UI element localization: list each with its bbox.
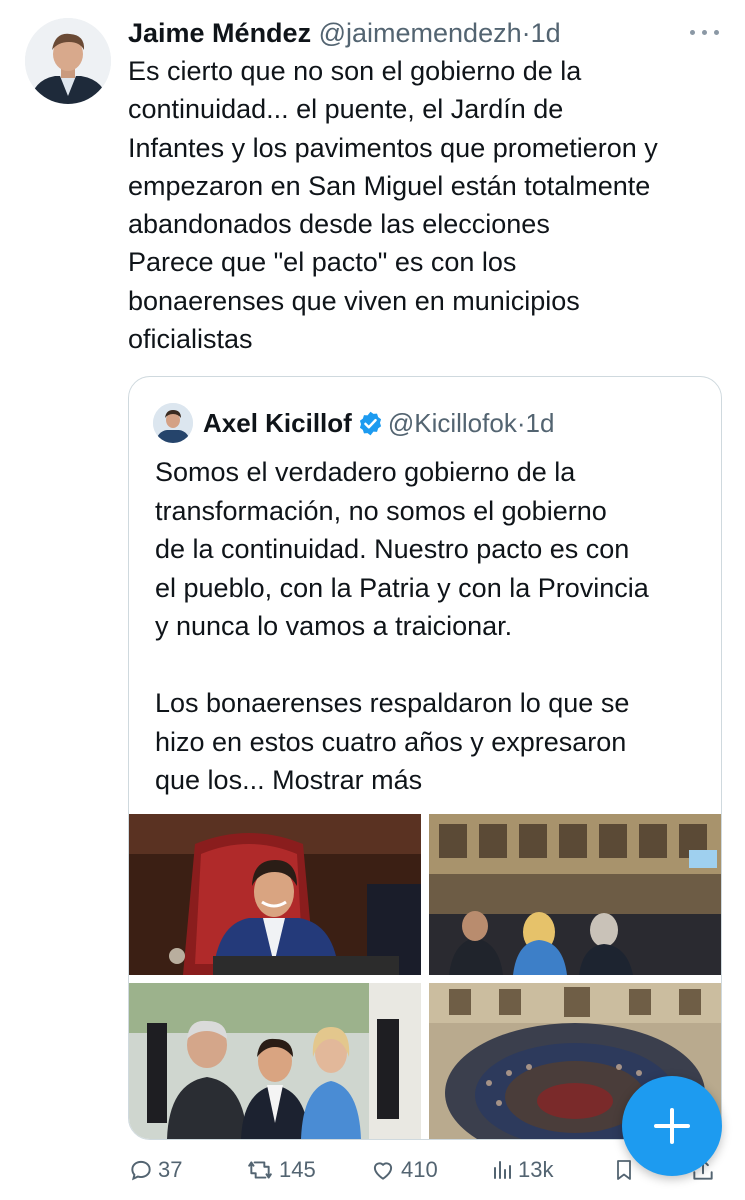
author-name[interactable]: Jaime Méndez <box>128 18 311 48</box>
like-button[interactable]: 410 <box>369 1148 438 1192</box>
reply-button[interactable]: 37 <box>128 1148 182 1192</box>
reply-icon <box>131 1160 151 1181</box>
quoted-header: Axel Kicillof @Kicillofok·1d <box>203 403 554 443</box>
more-icon[interactable] <box>686 20 724 46</box>
like-count: 410 <box>401 1157 438 1182</box>
tweet-header: Jaime Méndez @jaimemendezh·1d <box>128 14 561 52</box>
author-handle[interactable]: @jaimemendezh <box>319 18 522 48</box>
like-icon <box>373 1162 393 1180</box>
compose-button[interactable] <box>622 1076 722 1176</box>
views-button[interactable]: 13k <box>490 1148 553 1192</box>
author-avatar[interactable] <box>25 18 111 104</box>
tweet-time[interactable]: 1d <box>531 18 561 48</box>
quoted-author-name[interactable]: Axel Kicillof <box>203 408 352 438</box>
quoted-author-avatar[interactable] <box>153 403 193 443</box>
show-more-link[interactable]: Mostrar más <box>272 765 422 795</box>
quoted-time[interactable]: 1d <box>525 408 554 438</box>
repost-count: 145 <box>279 1157 316 1182</box>
time-separator: · <box>521 18 531 48</box>
photo-governor-podium[interactable] <box>129 814 421 975</box>
quoted-tweet[interactable]: Axel Kicillof @Kicillofok·1d Somos el ver… <box>128 376 722 1140</box>
quoted-body: Somos el verdadero gobierno de la transf… <box>155 457 649 795</box>
repost-button[interactable]: 145 <box>245 1148 316 1192</box>
verified-icon <box>359 411 381 436</box>
views-icon <box>494 1161 511 1179</box>
quoted-author-handle[interactable]: @Kicillofok <box>388 408 517 438</box>
compose-icon <box>654 1108 690 1144</box>
repost-icon <box>248 1161 272 1179</box>
quoted-text: Somos el verdadero gobierno de la transf… <box>155 453 705 800</box>
reply-count: 37 <box>158 1157 183 1182</box>
photo-legislature-side[interactable] <box>429 814 721 975</box>
photo-officials-group[interactable] <box>129 983 421 1139</box>
views-count: 13k <box>518 1157 554 1182</box>
tweet-text: Es cierto que no son el gobierno de la c… <box>128 56 658 355</box>
